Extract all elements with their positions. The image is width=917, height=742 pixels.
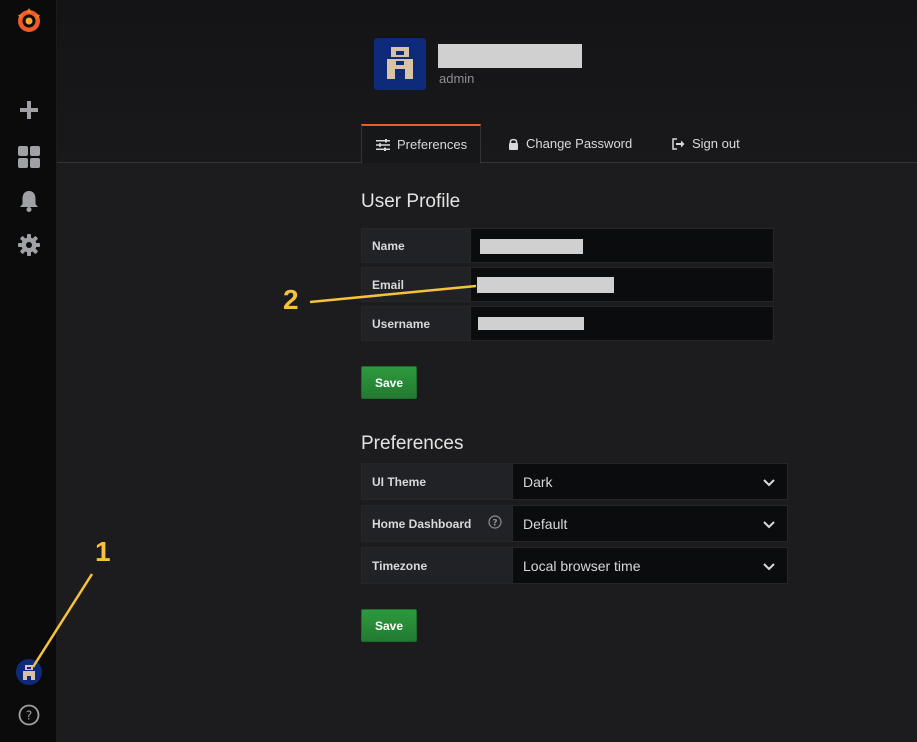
annotation-label-1: 1 [95,536,111,567]
annotation-line-2 [309,284,477,304]
annotation-lines [31,284,477,668]
annotation-label-2: 2 [283,284,299,315]
annotation-line-1 [31,573,94,668]
